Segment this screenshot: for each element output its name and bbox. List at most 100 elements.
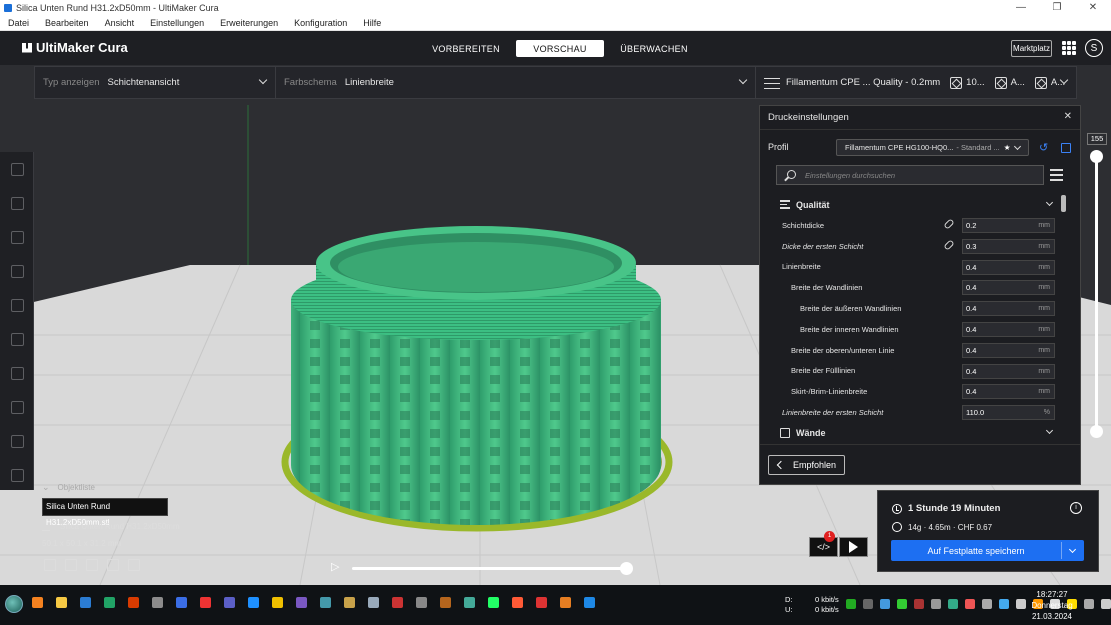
apps-grid-icon[interactable] [1062,41,1076,55]
taskbar-app-icon[interactable] [296,597,307,608]
setting-value-input[interactable]: 0.4 mm [962,321,1055,337]
taskbar-app-icon[interactable] [560,597,571,608]
taskbar-app-icon[interactable] [80,597,91,608]
front-view-icon[interactable] [65,559,77,571]
3d-view-icon[interactable] [44,559,56,571]
layer-path-slider[interactable] [331,560,633,576]
profile-dropdown[interactable]: Fillamentum CPE HG100-HQ0... - Standard … [836,139,1029,156]
taskbar-clock[interactable]: 18:27:27 Donnerstag 21.03.2024 [1030,589,1074,622]
settings-search-input[interactable]: Einstellungen durchsuchen [776,165,1044,185]
move-tool[interactable] [0,152,34,186]
taskbar-app-icon[interactable] [464,597,475,608]
tray-icon[interactable] [914,599,924,609]
tray-icon[interactable] [880,599,890,609]
save-profile-icon[interactable] [1061,143,1071,153]
menu-einstellungen[interactable]: Einstellungen [150,18,204,28]
gcode-view-button[interactable]: </> 1 [809,531,838,557]
taskbar-app-icon[interactable] [152,597,163,608]
per-model-settings-tool[interactable] [0,288,34,322]
left-view-icon[interactable] [107,559,119,571]
taskbar-app-icon[interactable] [200,597,211,608]
taskbar-app-icon[interactable] [512,597,523,608]
taskbar-app-icon[interactable] [224,597,235,608]
taskbar-app-icon[interactable] [368,597,379,608]
object-list-item[interactable]: Silica Unten Rund H31.2xD50mm.stl [42,498,168,527]
path-slider-track[interactable] [352,567,627,570]
path-slider-handle[interactable] [620,562,633,575]
layer-number-display[interactable]: 155 [1087,133,1107,145]
chevron-down-icon[interactable] [1068,545,1077,553]
close-window-button[interactable]: ✕ [1075,0,1111,16]
menu-konfiguration[interactable]: Konfiguration [294,18,347,28]
recommended-button[interactable]: Empfohlen [768,455,845,475]
cylinder-tool[interactable] [0,424,34,458]
taskbar-app-icon[interactable] [320,597,331,608]
taskbar-app-icon[interactable] [392,597,403,608]
settings-visibility-menu-icon[interactable] [1050,169,1063,181]
layer-slider-track[interactable] [1095,157,1098,431]
mirror-tool[interactable] [0,254,34,288]
menu-erweiterungen[interactable]: Erweiterungen [220,18,278,28]
taskbar-app-icon[interactable] [584,597,595,608]
object-list-header[interactable]: Objektliste [42,482,180,493]
layer-slider[interactable]: 155 [1087,133,1107,443]
menu-bearbeiten[interactable]: Bearbeiten [45,18,89,28]
tab-preview[interactable]: VORSCHAU [516,40,604,57]
taskbar-app-icon[interactable] [104,597,115,608]
maximize-button[interactable]: ❐ [1039,0,1075,16]
setting-value-input[interactable]: 0.2 mm [962,218,1055,233]
category-quality[interactable]: Qualität [776,195,1060,215]
menu-ansicht[interactable]: Ansicht [105,18,135,28]
support-blocker-tool[interactable] [0,322,34,356]
tray-icon[interactable] [863,599,873,609]
taskbar-app-icon[interactable] [248,597,259,608]
settings-scrollbar[interactable] [1061,195,1066,212]
right-view-icon[interactable] [128,559,140,571]
simulation-play-icon[interactable] [331,560,339,573]
taskbar-app-icon[interactable] [32,597,43,608]
top-view-icon[interactable] [86,559,98,571]
menu-hilfe[interactable]: Hilfe [363,18,381,28]
marketplace-button[interactable]: Marktplatz [1011,40,1052,57]
info-icon[interactable]: i [1070,502,1082,514]
print-setup-selector[interactable]: Fillamentum CPE ... Quality - 0.2mm 10..… [756,67,1076,98]
tab-prepare[interactable]: VORBEREITEN [422,40,510,57]
scale-tool[interactable] [0,186,34,220]
tray-icon[interactable] [1084,599,1094,609]
setting-value-input[interactable]: 110.0% [962,405,1055,421]
taskbar-app-icon[interactable] [176,597,187,608]
tray-icon[interactable] [846,599,856,609]
taskbar-app-icon[interactable] [416,597,427,608]
taskbar-app-icon[interactable] [536,597,547,608]
taskbar-app-icon[interactable] [440,597,451,608]
tray-icon[interactable] [897,599,907,609]
category-walls[interactable]: Wände [776,423,1060,443]
setting-value-input[interactable]: 0.3 mm [962,238,1055,254]
tray-icon[interactable] [999,599,1009,609]
tray-icon[interactable] [931,599,941,609]
layer-slider-lower-handle[interactable] [1090,425,1103,438]
taskbar-app-icon[interactable] [344,597,355,608]
layer-slider-upper-handle[interactable] [1090,150,1103,163]
color-scheme-dropdown[interactable]: Farbschema Linienbreite [276,67,756,98]
setting-value-input[interactable]: 0.4 mm [962,363,1055,379]
tray-icon[interactable] [965,599,975,609]
account-avatar[interactable]: S [1085,39,1103,57]
start-button[interactable] [5,595,23,613]
view-type-dropdown[interactable]: Typ anzeigen Schichtenansicht [35,67,276,98]
tray-icon[interactable] [1016,599,1026,609]
object-name-edit[interactable]: Silica Unten Rund H31.2xD50mm [42,522,180,531]
minimize-button[interactable]: — [1003,0,1039,16]
measure-tool[interactable] [0,356,34,390]
setting-value-input[interactable]: 0.4 mm [962,259,1055,275]
tray-icon[interactable] [1101,599,1111,609]
setting-value-input[interactable]: 0.4 mm [962,342,1055,358]
paint-tool[interactable] [0,390,34,424]
reset-icon[interactable]: ↺ [1039,141,1048,154]
menu-datei[interactable]: Datei [8,18,29,28]
taskbar-app-icon[interactable] [56,597,67,608]
taskbar-app-icon[interactable] [488,597,499,608]
setting-value-input[interactable]: 0.4 mm [962,384,1055,400]
taskbar-app-icon[interactable] [128,597,139,608]
play-simulation-button[interactable] [839,537,868,557]
